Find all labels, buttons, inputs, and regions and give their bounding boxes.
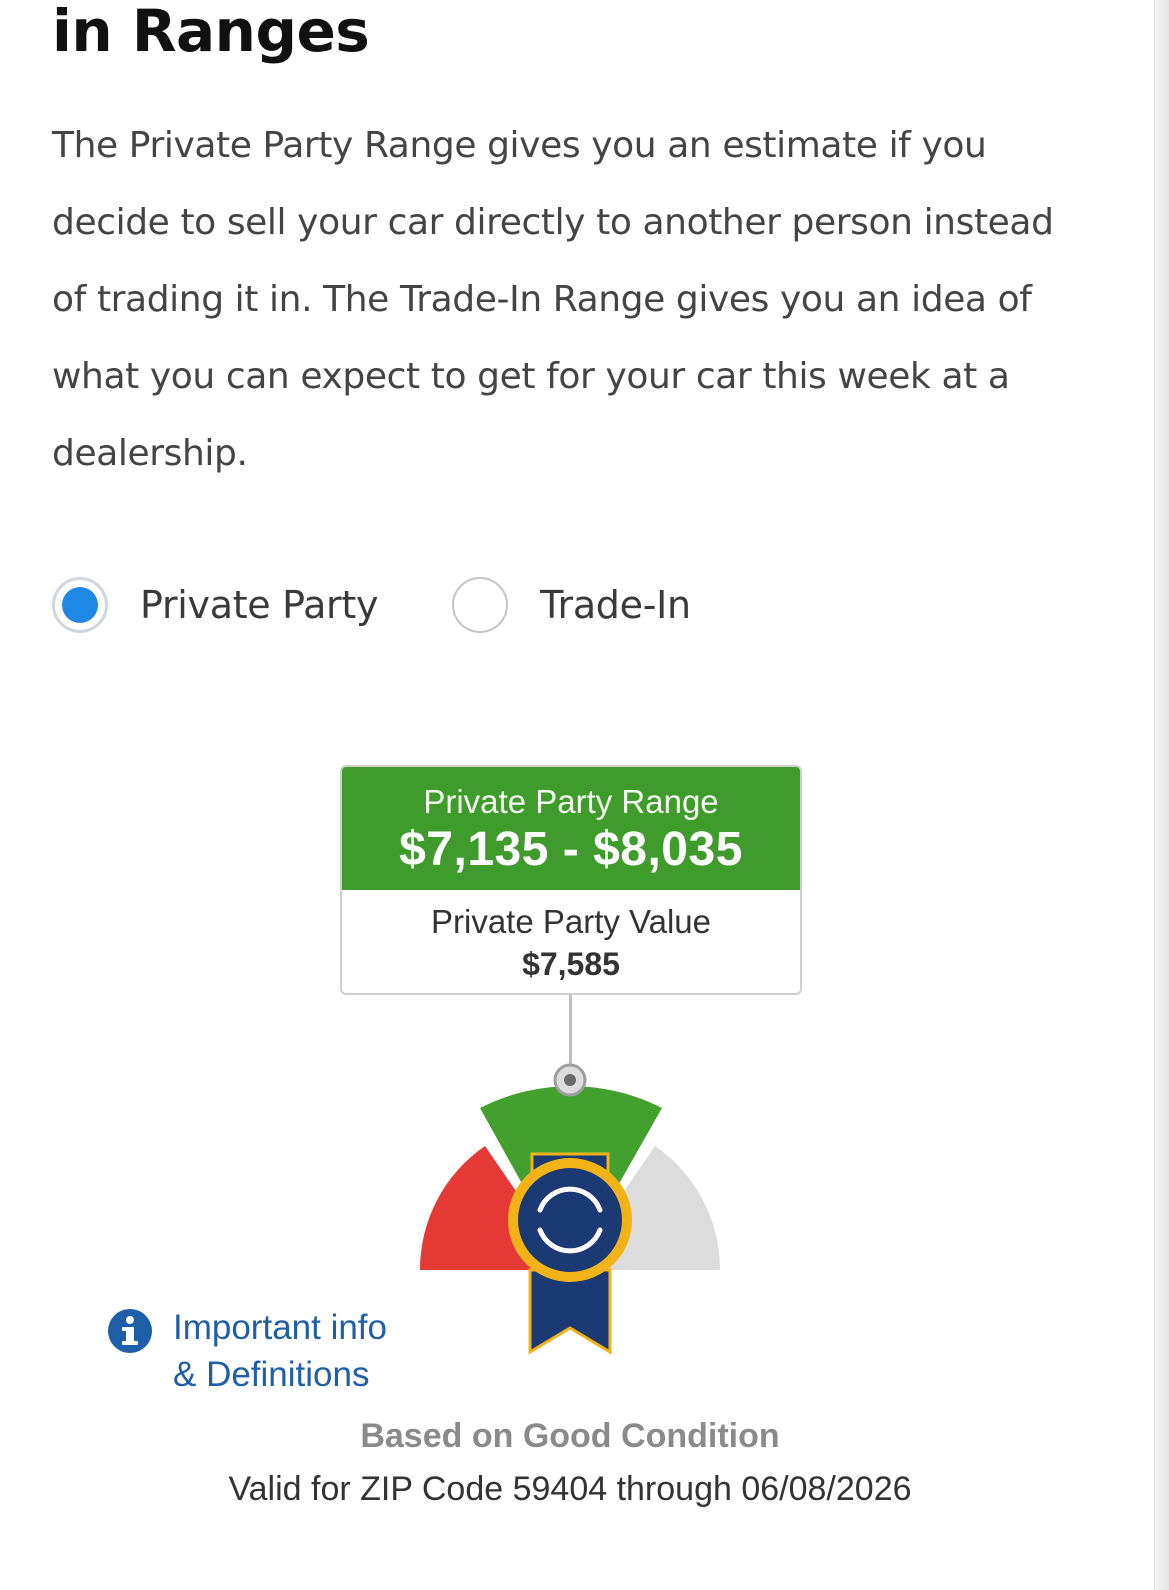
value-type-radio-group: Private Party Trade-In bbox=[52, 570, 691, 640]
trade-in-option[interactable]: Trade-In bbox=[452, 577, 691, 633]
section-description: The Private Party Range gives you an est… bbox=[52, 125, 1054, 474]
trade-in-label[interactable]: Trade-In bbox=[540, 583, 691, 627]
info-icon bbox=[108, 1309, 152, 1353]
trade-in-radio[interactable] bbox=[452, 577, 509, 633]
private-party-radio[interactable] bbox=[52, 577, 108, 633]
important-info-line1[interactable]: Important info bbox=[173, 1304, 387, 1351]
range-label: Private Party Range bbox=[423, 783, 719, 820]
range-value: $7,135 - $8,035 bbox=[399, 823, 743, 876]
value-amount: $7,585 bbox=[522, 946, 620, 982]
page-title: in Ranges bbox=[52, 0, 370, 65]
price-range-card: Private Party Range $7,135 - $8,035 Priv… bbox=[340, 765, 802, 995]
value-label: Private Party Value bbox=[430, 903, 712, 940]
important-info-line2[interactable]: & Definitions bbox=[173, 1351, 387, 1398]
private-party-label[interactable]: Private Party bbox=[140, 583, 378, 627]
gauge-pointer-line bbox=[569, 995, 572, 1067]
range-header: Private Party Range $7,135 - $8,035 bbox=[342, 767, 800, 890]
ribbon-badge-icon bbox=[508, 1152, 632, 1355]
private-party-option[interactable]: Private Party bbox=[52, 577, 378, 633]
value-gauge bbox=[419, 1063, 721, 1355]
gauge-pointer-center bbox=[564, 1074, 576, 1086]
page-edge bbox=[1154, 0, 1169, 1590]
validity-note: Valid for ZIP Code 59404 through 06/08/2… bbox=[228, 1470, 912, 1508]
important-info-link[interactable]: Important info & Definitions bbox=[107, 1304, 387, 1398]
radio-selected-dot bbox=[62, 587, 98, 623]
important-info-text[interactable]: Important info & Definitions bbox=[173, 1304, 387, 1398]
condition-note: Based on Good Condition bbox=[360, 1417, 780, 1455]
